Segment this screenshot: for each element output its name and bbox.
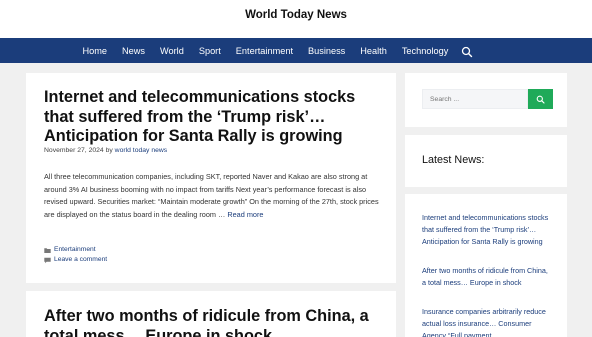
nav-item-health[interactable]: Health xyxy=(353,46,395,56)
post-author[interactable]: world today news xyxy=(115,147,168,154)
post-excerpt-text: All three telecommunication companies, i… xyxy=(44,172,379,220)
post-excerpt: All three telecommunication companies, i… xyxy=(44,171,384,222)
nav-item-sport[interactable]: Sport xyxy=(191,46,228,56)
site-header: World Today News xyxy=(0,0,592,38)
main-navigation: Home News World Sport Entertainment Busi… xyxy=(0,38,592,63)
post-card-2: After two months of ridicule from China,… xyxy=(26,291,396,337)
search-widget xyxy=(405,73,567,127)
search-button-icon xyxy=(536,95,545,104)
nav-item-entertainment[interactable]: Entertainment xyxy=(228,46,300,56)
post-title[interactable]: Internet and telecommunications stocks t… xyxy=(44,88,384,147)
leave-comment-link[interactable]: Leave a comment xyxy=(54,255,107,265)
search-input[interactable] xyxy=(422,89,528,109)
nav-item-technology[interactable]: Technology xyxy=(394,46,455,56)
latest-news-widget: Latest News: xyxy=(405,135,567,187)
site-title[interactable]: World Today News xyxy=(0,9,592,21)
post-footer-meta: Entertainment Leave a comment xyxy=(44,245,107,265)
latest-news-item[interactable]: Internet and telecommunications stocks t… xyxy=(422,212,552,247)
latest-news-item[interactable]: After two months of ridicule from China,… xyxy=(422,265,552,289)
nav-item-home[interactable]: Home xyxy=(75,46,115,56)
comment-icon xyxy=(44,257,51,264)
nav-item-news[interactable]: News xyxy=(115,46,153,56)
nav-item-world[interactable]: World xyxy=(153,46,192,56)
post-category-link[interactable]: Entertainment xyxy=(54,245,96,255)
read-more-link[interactable]: Read more xyxy=(227,210,263,219)
post-meta: November 27, 2024 by world today news xyxy=(44,147,167,154)
search-icon[interactable] xyxy=(461,45,473,57)
nav-item-business[interactable]: Business xyxy=(301,46,353,56)
post-by: by xyxy=(105,147,113,154)
post-date[interactable]: November 27, 2024 xyxy=(44,147,104,154)
folder-icon xyxy=(44,247,51,254)
latest-news-title: Latest News: xyxy=(422,154,485,166)
latest-news-list: Internet and telecommunications stocks t… xyxy=(405,194,567,337)
post-card: Internet and telecommunications stocks t… xyxy=(26,73,396,283)
latest-news-item[interactable]: Insurance companies arbitrarily reduce a… xyxy=(422,306,552,337)
search-button[interactable] xyxy=(528,89,553,109)
post2-title[interactable]: After two months of ridicule from China,… xyxy=(44,307,384,337)
